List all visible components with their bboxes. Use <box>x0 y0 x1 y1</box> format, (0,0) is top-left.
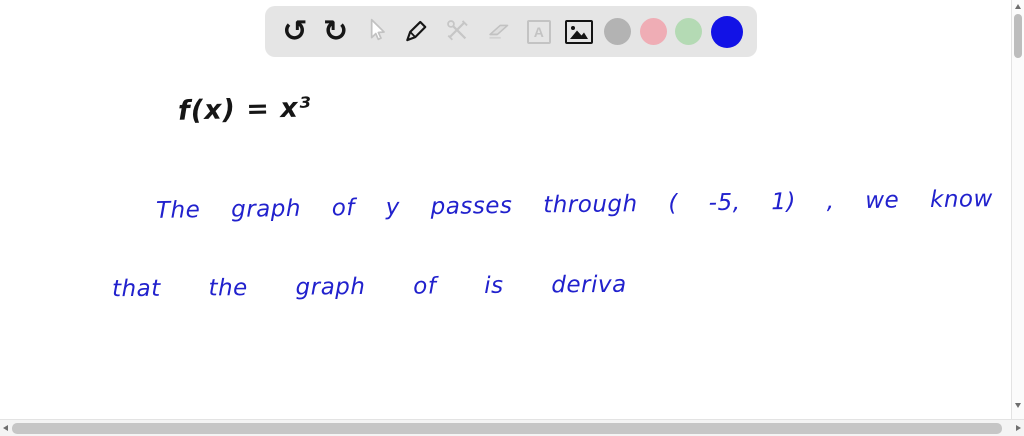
text-tool-icon: A <box>526 19 551 44</box>
undo-icon: ↺ <box>282 13 308 49</box>
color-swatch-blue[interactable] <box>710 15 743 48</box>
color-swatch-green[interactable] <box>675 18 703 45</box>
handwriting-line-3: that the graph of is deriva <box>111 271 627 303</box>
redo-button[interactable]: ↻ <box>320 14 352 50</box>
undo-button[interactable]: ↺ <box>279 14 311 50</box>
tools-button[interactable] <box>442 14 474 50</box>
whiteboard-canvas[interactable]: ↺ ↻ A f(x) = x³ The graph of y passes th… <box>0 0 1011 419</box>
scroll-up-arrow-icon[interactable] <box>1015 4 1021 9</box>
redo-icon: ↻ <box>323 13 349 49</box>
color-swatch-pink[interactable] <box>639 18 667 45</box>
eraser-tool-button[interactable] <box>482 14 514 50</box>
color-swatch-gray[interactable] <box>604 18 631 45</box>
eraser-icon <box>485 17 512 47</box>
scroll-left-arrow-icon[interactable] <box>3 425 8 431</box>
cursor-icon <box>363 17 389 46</box>
crossed-tools-icon <box>444 17 471 47</box>
pen-tool-button[interactable] <box>401 14 433 50</box>
image-icon <box>565 19 594 44</box>
text-tool-button[interactable]: A <box>523 14 555 50</box>
drawing-toolbar: ↺ ↻ A <box>265 6 757 57</box>
horizontal-scrollbar[interactable] <box>0 419 1024 436</box>
vertical-scrollbar-thumb[interactable] <box>1014 14 1022 58</box>
vertical-scrollbar[interactable] <box>1011 0 1024 419</box>
scroll-down-arrow-icon[interactable] <box>1015 403 1021 408</box>
handwriting-line-equation: f(x) = x³ <box>177 92 312 127</box>
handwriting-line-2: The graph of y passes through ( -5, 1) ,… <box>155 186 994 224</box>
select-tool-button[interactable] <box>360 14 392 50</box>
image-tool-button[interactable] <box>563 14 595 50</box>
scroll-right-arrow-icon[interactable] <box>1016 425 1021 431</box>
pen-icon <box>403 17 430 47</box>
horizontal-scrollbar-thumb[interactable] <box>12 423 1002 434</box>
